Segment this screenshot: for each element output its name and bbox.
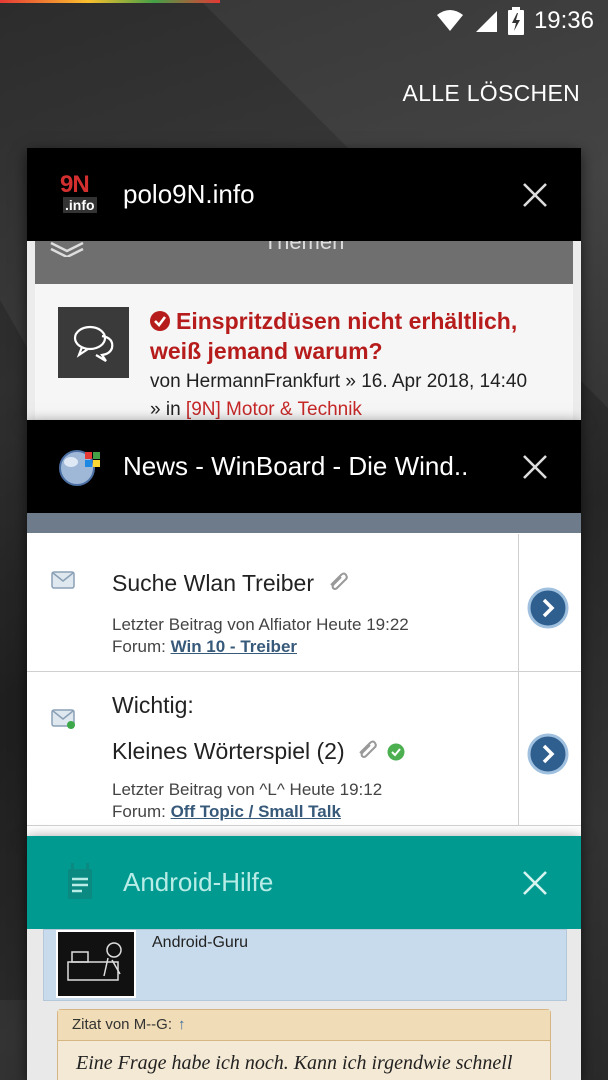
quote-box: Zitat von M--G: ↑ Eine Frage habe ich noc… [57,1009,551,1080]
clear-all-button[interactable]: ALLE LÖSCHEN [403,80,580,107]
notification-color-strip [0,0,220,3]
envelope-icon [51,571,75,589]
winboard-globe-icon [55,442,105,492]
user-info-box: Android-Guru [43,929,567,1001]
thread-forum-link[interactable]: Win 10 - Treiber [171,637,297,656]
thread-forum: Forum: Off Topic / Small Talk [112,802,341,822]
avatar[interactable] [56,930,136,998]
logo-text-info: .info [63,196,97,213]
battery-charging-icon [507,7,524,35]
close-icon[interactable] [515,175,555,215]
attachment-icon [330,572,349,590]
thread-title[interactable]: Kleines Wörterspiel (2) [112,738,405,765]
thread-last-post: Letzter Beitrag von ^L^ Heute 19:12 [112,780,383,799]
recent-app-card-polo9n[interactable]: Themen Einspritzdüsen nicht erhältlich, … [27,148,581,420]
thread-last-post: Letzter Beitrag von Alfiator Heute 19:22 [112,615,409,634]
thread-forum-prefix: Forum: [112,637,166,656]
thread-row[interactable]: Wichtig: Kleines Wörterspiel (2) Letzter… [27,672,581,826]
android-hilfe-icon [55,858,105,908]
header-strip [27,513,581,533]
topic-forum-line: » in [9N] Motor & Technik [150,396,570,420]
go-to-thread-icon[interactable] [527,587,569,629]
topic-author-line: von HermannFrankfurt » 16. Apr 2018, 14:… [150,371,528,392]
thread-title[interactable]: Suche Wlan Treiber [112,570,350,597]
section-band: Themen [35,229,573,284]
user-role: Android-Guru [152,934,249,951]
quote-header: Zitat von M--G: ↑ [58,1010,550,1041]
thread-prefix: Wichtig: [112,692,194,718]
topic-item[interactable]: Einspritzdüsen nicht erhältlich, weiß je… [35,284,573,420]
app-title: polo9N.info [123,179,255,209]
thread-title-text: Suche Wlan Treiber [112,570,314,596]
card-header[interactable]: 9N .info polo9N.info [27,148,581,241]
go-to-thread-icon[interactable] [527,733,569,775]
app-preview[interactable]: Suche Wlan Treiber Letzter Beitrag von A… [27,513,581,836]
topic-forum-prefix: » in [150,399,181,420]
topic-title[interactable]: Einspritzdüsen nicht erhältlich, weiß je… [150,306,560,366]
topic-forum-link[interactable]: [9N] Motor & Technik [186,399,362,420]
thread-forum-link[interactable]: Off Topic / Small Talk [171,802,341,821]
topic-meta: von HermannFrankfurt » 16. Apr 2018, 14:… [150,368,570,420]
logo-text-9n: 9N [60,170,90,198]
clock: 19:36 [533,7,594,34]
recent-app-card-winboard[interactable]: Suche Wlan Treiber Letzter Beitrag von A… [27,420,581,836]
thread-row[interactable]: Suche Wlan Treiber Letzter Beitrag von A… [27,534,581,672]
row-divider [518,534,519,671]
app-preview[interactable]: Themen Einspritzdüsen nicht erhältlich, … [27,229,581,420]
close-icon[interactable] [515,447,555,487]
card-header[interactable]: Android-Hilfe [27,836,581,929]
recent-app-card-android-hilfe[interactable]: Android-Guru Zitat von M--G: ↑ Eine Frage… [27,836,581,1080]
approved-check-icon [387,743,405,761]
close-icon[interactable] [515,863,555,903]
row-divider [518,672,519,825]
thread-forum-prefix: Forum: [112,802,166,821]
solved-check-icon [150,311,170,331]
attachment-icon [359,740,377,758]
signal-icon [475,11,497,32]
card-header[interactable]: News - WinBoard - Die Wind.. [27,420,581,513]
quote-text: Eine Frage habe ich noch. Kann ich irgen… [76,1052,513,1074]
chat-bubbles-icon [58,307,129,378]
topic-title-text: Einspritzdüsen nicht erhältlich, weiß je… [150,308,518,364]
quote-source-link[interactable]: ↑ [178,1016,186,1033]
wifi-icon [436,10,463,31]
thread-forum: Forum: Win 10 - Treiber [112,637,297,657]
thread-title-text: Kleines Wörterspiel (2) [112,738,345,764]
status-icons: 19:36 [436,6,594,36]
status-bar: 19:36 [0,0,608,42]
app-title: Android-Hilfe [123,867,274,897]
envelope-new-icon [51,709,75,729]
polo9n-logo: 9N .info [55,170,105,220]
app-preview[interactable]: Android-Guru Zitat von M--G: ↑ Eine Frage… [27,929,581,1080]
quote-header-text: Zitat von M--G: [72,1016,173,1033]
app-title: News - WinBoard - Die Wind.. [123,451,469,481]
